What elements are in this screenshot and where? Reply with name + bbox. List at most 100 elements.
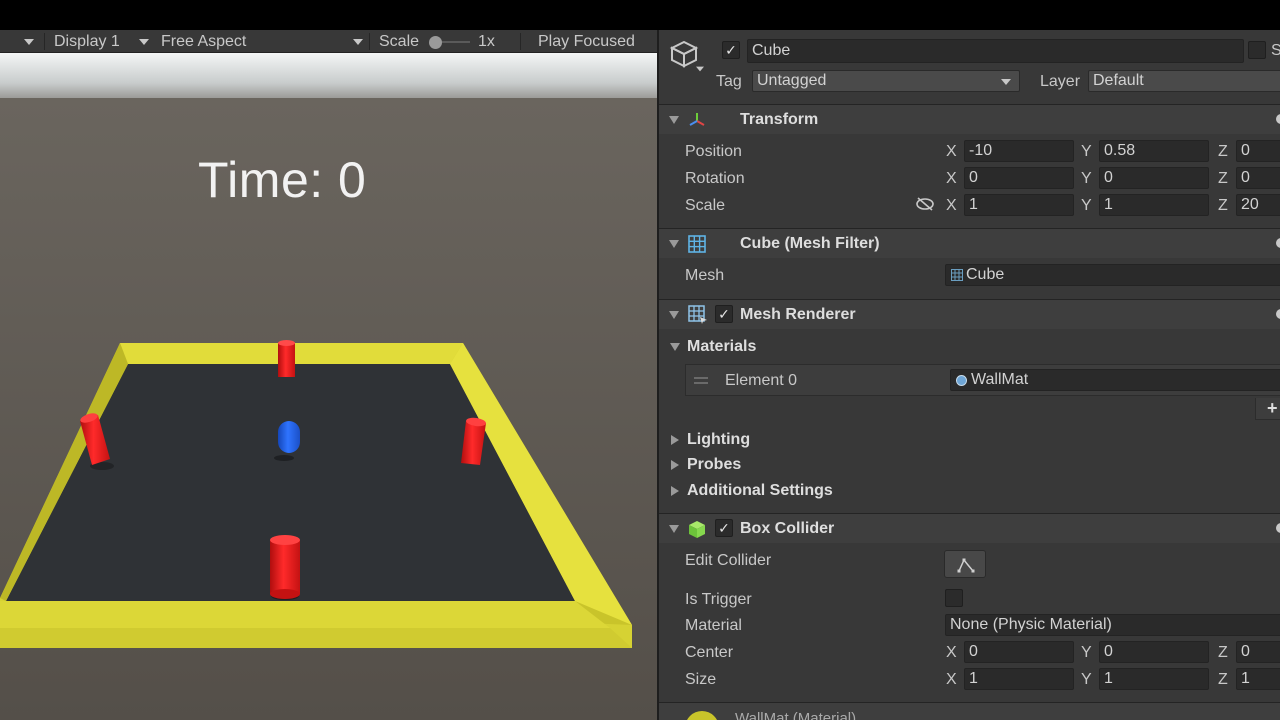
drag-handle-icon[interactable] bbox=[694, 377, 708, 379]
component-menu-icon[interactable] bbox=[1276, 309, 1280, 319]
edit-collider-label: Edit Collider bbox=[685, 552, 772, 569]
materials-foldout-icon[interactable] bbox=[670, 343, 680, 351]
axis-x-label: X bbox=[946, 644, 957, 661]
component-menu-icon[interactable] bbox=[1276, 523, 1280, 533]
rotation-z-field[interactable]: 0 bbox=[1236, 167, 1280, 189]
timer-text: Time: 0 bbox=[198, 152, 367, 208]
transform-title: Transform bbox=[740, 111, 819, 128]
element-0-material-field[interactable]: WallMat bbox=[950, 369, 1280, 391]
size-y-field[interactable]: 1 bbox=[1099, 668, 1209, 690]
box-collider-header[interactable]: ✓ Box Collider bbox=[659, 513, 1280, 543]
foldout-arrow-icon bbox=[669, 525, 679, 533]
materials-label[interactable]: Materials bbox=[687, 337, 756, 357]
display-dropdown[interactable]: Display 1 bbox=[54, 31, 120, 52]
position-x-field[interactable]: -10 bbox=[964, 140, 1074, 162]
layer-dropdown[interactable]: Default bbox=[1088, 70, 1280, 92]
material-preview-header[interactable]: WallMat (Material) bbox=[659, 702, 1280, 720]
rotation-y-field[interactable]: 0 bbox=[1099, 167, 1209, 189]
display-dropdown-arrow[interactable] bbox=[24, 31, 34, 52]
mesh-renderer-enabled-checkbox[interactable]: ✓ bbox=[715, 305, 733, 323]
edit-collider-button[interactable] bbox=[944, 550, 986, 578]
axis-x-label: X bbox=[946, 143, 957, 160]
icon-dropdown-chevron-icon[interactable] bbox=[696, 66, 704, 72]
mesh-renderer-title: Mesh Renderer bbox=[740, 306, 856, 323]
scale-y-field[interactable]: 1 bbox=[1099, 194, 1209, 216]
is-trigger-checkbox[interactable] bbox=[945, 589, 963, 607]
mesh-renderer-header[interactable]: ✓ Mesh Renderer bbox=[659, 299, 1280, 329]
plus-icon: + bbox=[1267, 398, 1278, 418]
scale-slider-handle[interactable] bbox=[429, 36, 442, 49]
wall-front-face bbox=[0, 628, 632, 648]
rotation-x-field[interactable]: 0 bbox=[964, 167, 1074, 189]
aspect-dropdown[interactable]: Free Aspect bbox=[161, 31, 246, 52]
pillar-front bbox=[270, 535, 300, 600]
add-material-button[interactable]: + bbox=[1255, 398, 1280, 420]
mesh-filter-title: Cube (Mesh Filter) bbox=[740, 235, 880, 252]
scale-z-field[interactable]: 20 bbox=[1236, 194, 1280, 216]
probes-foldout-icon[interactable] bbox=[671, 460, 679, 470]
material-sphere-icon bbox=[685, 711, 719, 720]
chevron-down-icon bbox=[353, 38, 363, 45]
axis-y-label: Y bbox=[1081, 143, 1092, 160]
center-z-field[interactable]: 0 bbox=[1236, 641, 1280, 663]
transform-header[interactable]: Transform bbox=[659, 104, 1280, 134]
aspect-dropdown-arrow[interactable] bbox=[139, 31, 149, 52]
constrain-proportions-icon[interactable] bbox=[915, 196, 935, 212]
game-view: Display 1 Free Aspect Scale 1x Play Focu… bbox=[0, 30, 657, 720]
scale-value: 1x bbox=[478, 33, 495, 50]
mesh-filter-grid-icon bbox=[688, 235, 706, 253]
chevron-down-icon bbox=[24, 38, 34, 45]
size-x-field[interactable]: 1 bbox=[964, 668, 1074, 690]
play-mode-dropdown[interactable]: Play Focused bbox=[538, 31, 635, 52]
additional-settings-foldout-icon[interactable] bbox=[671, 486, 679, 496]
drag-handle-icon bbox=[694, 382, 708, 384]
axis-y-label: Y bbox=[1081, 197, 1092, 214]
size-label: Size bbox=[685, 671, 717, 688]
foldout-arrow-icon bbox=[669, 240, 679, 248]
size-z-field[interactable]: 1 bbox=[1236, 668, 1280, 690]
center-label: Center bbox=[685, 644, 734, 661]
mesh-grid-icon bbox=[951, 269, 963, 281]
element-0-value: WallMat bbox=[971, 371, 1029, 388]
mesh-filter-header[interactable]: Cube (Mesh Filter) bbox=[659, 228, 1280, 258]
additional-settings-label[interactable]: Additional Settings bbox=[687, 481, 833, 501]
lighting-foldout-icon[interactable] bbox=[671, 435, 679, 445]
tag-dropdown[interactable]: Untagged bbox=[752, 70, 1020, 92]
game-scene: Time: 0 bbox=[0, 53, 657, 720]
scale-x-field[interactable]: 1 bbox=[964, 194, 1074, 216]
component-menu-icon[interactable] bbox=[1276, 238, 1280, 248]
aspect-dropdown-chevron[interactable] bbox=[353, 31, 363, 52]
axis-y-label: Y bbox=[1081, 671, 1092, 688]
axis-z-label: Z bbox=[1218, 671, 1228, 688]
mesh-label: Mesh bbox=[685, 267, 725, 284]
box-collider-title: Box Collider bbox=[740, 520, 835, 537]
center-y-field[interactable]: 0 bbox=[1099, 641, 1209, 663]
probes-label[interactable]: Probes bbox=[687, 455, 741, 475]
rotation-label: Rotation bbox=[685, 170, 745, 187]
center-x-field[interactable]: 0 bbox=[964, 641, 1074, 663]
mesh-field[interactable]: Cube bbox=[945, 264, 1280, 286]
chevron-down-icon bbox=[1001, 79, 1011, 85]
material-sphere-icon bbox=[956, 375, 967, 386]
position-y-field[interactable]: 0.58 bbox=[1099, 140, 1209, 162]
static-label: S bbox=[1271, 41, 1280, 61]
component-menu-icon[interactable] bbox=[1276, 114, 1280, 124]
position-z-field[interactable]: 0 bbox=[1236, 140, 1280, 162]
element-0-label: Element 0 bbox=[725, 372, 798, 389]
chevron-down-icon bbox=[139, 38, 149, 45]
inspector-panel: ✓ Cube S Tag Untagged Layer Default Tran… bbox=[657, 30, 1280, 720]
game-view-toolbar: Display 1 Free Aspect Scale 1x Play Focu… bbox=[0, 30, 657, 53]
static-checkbox[interactable] bbox=[1248, 41, 1266, 59]
physic-material-field[interactable]: None (Physic Material) bbox=[945, 614, 1280, 636]
axis-z-label: Z bbox=[1218, 143, 1228, 160]
object-name-field[interactable]: Cube bbox=[747, 39, 1244, 63]
foldout-arrow-icon bbox=[669, 116, 679, 124]
box-collider-enabled-checkbox[interactable]: ✓ bbox=[715, 519, 733, 537]
material-footer-title: WallMat (Material) bbox=[735, 710, 857, 720]
toolbar-divider bbox=[44, 33, 45, 50]
lighting-label[interactable]: Lighting bbox=[687, 430, 750, 450]
axis-z-label: Z bbox=[1218, 644, 1228, 661]
material-label: Material bbox=[685, 617, 742, 634]
active-checkbox[interactable]: ✓ bbox=[722, 41, 740, 59]
is-trigger-label: Is Trigger bbox=[685, 591, 752, 608]
